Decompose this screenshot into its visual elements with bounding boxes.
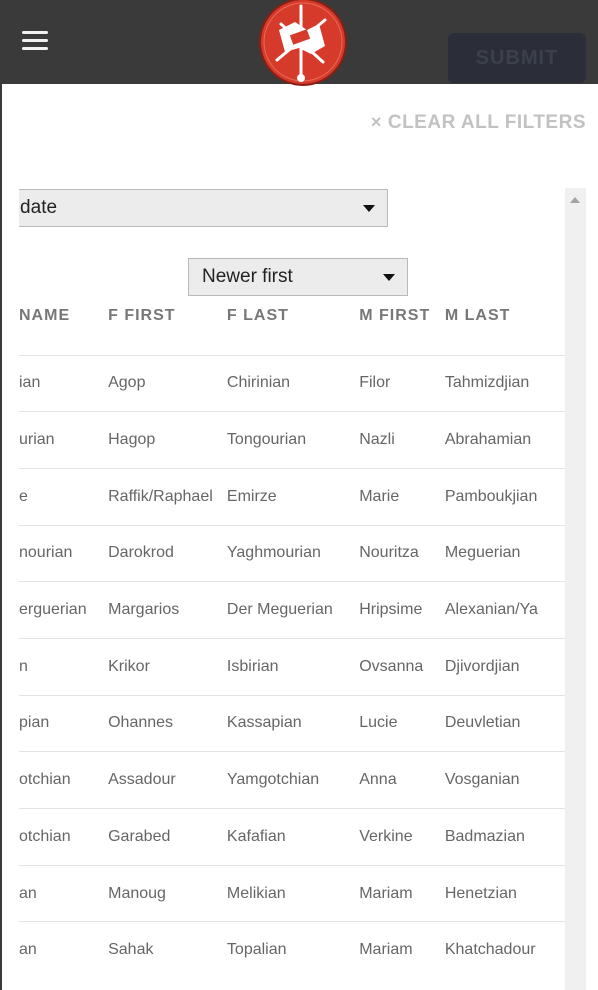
mother-last-cell: Meguerian: [444, 524, 565, 582]
mother-first-cell: Hripsime: [359, 581, 445, 639]
father-first-cell: Sahak: [108, 921, 227, 979]
table-row[interactable]: n Krikor Isbirian Ovsanna Djivordjian: [19, 637, 565, 696]
table-row[interactable]: an Manoug Melikian Mariam Henetzian: [19, 864, 565, 922]
column-header-name[interactable]: NAME: [19, 297, 108, 355]
mother-last-cell: Khatchadour: [444, 921, 565, 979]
mother-last-cell: Henetzian: [444, 864, 565, 922]
logo: [259, 0, 347, 86]
father-last-cell: Der Meguerian: [226, 581, 360, 639]
clear-all-filters-label: CLEAR ALL FILTERS: [387, 112, 586, 133]
name-cell: an: [19, 864, 109, 922]
close-icon: ×: [370, 112, 382, 132]
mother-first-cell: Mariam: [359, 921, 445, 979]
results-table: NAME F FIRST F LAST M FIRST M LAST ian Ag…: [19, 297, 565, 979]
father-last-cell: Emirze: [226, 467, 360, 526]
column-header-father-first[interactable]: F FIRST: [108, 297, 227, 355]
name-cell: an: [19, 921, 109, 979]
clear-all-filters-link[interactable]: × CLEAR ALL FILTERS: [371, 112, 586, 134]
name-cell: urian: [19, 411, 109, 469]
father-first-cell: Assadour: [108, 751, 227, 809]
top-navigation-bar: SUBMIT: [0, 0, 598, 86]
father-last-cell: Yamgotchian: [226, 751, 360, 809]
page-left-border: [0, 84, 2, 990]
mother-first-cell: Nazli: [359, 411, 445, 469]
name-cell: e: [19, 467, 109, 526]
column-header-mother-first[interactable]: M FIRST: [359, 297, 445, 355]
father-first-cell: Krikor: [108, 637, 227, 696]
scroll-up-arrow-icon[interactable]: [570, 197, 580, 203]
sort-field-select[interactable]: st date: [19, 189, 388, 227]
father-first-cell: Manoug: [108, 864, 227, 922]
table-row[interactable]: an Sahak Topalian Mariam Khatchadour: [19, 921, 565, 979]
mother-first-cell: Verkine: [359, 808, 445, 866]
father-last-cell: Tongourian: [226, 411, 360, 469]
father-last-cell: Isbirian: [226, 637, 360, 696]
mother-first-cell: Lucie: [359, 694, 445, 752]
mother-last-cell: Vosganian: [444, 751, 565, 809]
father-first-cell: Ohannes: [108, 694, 227, 752]
name-cell: nourian: [19, 524, 109, 582]
name-cell: n: [19, 637, 109, 696]
name-cell: otchian: [19, 751, 109, 809]
father-first-cell: Garabed: [108, 808, 227, 866]
father-last-cell: Topalian: [226, 921, 360, 979]
table-header-row: NAME F FIRST F LAST M FIRST M LAST: [19, 297, 565, 355]
mother-last-cell: Pamboukjian: [444, 467, 565, 526]
mother-last-cell: Alexanian/Ya: [444, 581, 565, 639]
mother-first-cell: Ovsanna: [359, 637, 445, 696]
name-cell: otchian: [19, 808, 109, 866]
father-first-cell: Hagop: [108, 411, 227, 469]
mother-first-cell: Filor: [359, 354, 445, 412]
mother-last-cell: Badmazian: [444, 808, 565, 866]
mother-last-cell: Abrahamian: [444, 411, 565, 469]
father-last-cell: Melikian: [226, 864, 360, 922]
chevron-down-icon: [363, 205, 375, 212]
table-row[interactable]: e Raffik/Raphael Emirze Marie Pamboukjian: [19, 467, 565, 526]
father-first-cell: Agop: [108, 354, 227, 412]
father-first-cell: Darokrod: [108, 524, 227, 582]
father-first-cell: Raffik/Raphael: [108, 467, 227, 526]
sort-order-select[interactable]: Newer first: [188, 258, 408, 296]
mother-first-cell: Anna: [359, 751, 445, 809]
father-last-cell: Kassapian: [226, 694, 360, 752]
sort-field-value: st date: [19, 197, 58, 218]
table-row[interactable]: pian Ohannes Kassapian Lucie Deuvletian: [19, 694, 565, 752]
father-last-cell: Chirinian: [226, 354, 360, 412]
table-row[interactable]: urian Hagop Tongourian Nazli Abrahamian: [19, 411, 565, 469]
father-last-cell: Yaghmourian: [226, 524, 360, 582]
submit-button[interactable]: SUBMIT: [448, 33, 586, 83]
table-row[interactable]: ian Agop Chirinian Filor Tahmizdjian: [19, 354, 565, 412]
name-cell: ian: [19, 354, 109, 412]
table-row[interactable]: erguerian Margarios Der Meguerian Hripsime A…: [19, 581, 565, 639]
table-row[interactable]: nourian Darokrod Yaghmourian Nouritza Meguer…: [19, 524, 565, 582]
name-cell: erguerian: [19, 581, 109, 639]
mother-last-cell: Deuvletian: [444, 694, 565, 752]
vertical-scrollbar[interactable]: [565, 188, 586, 990]
father-first-cell: Margarios: [108, 581, 227, 639]
father-last-cell: Kafafian: [226, 808, 360, 866]
results-panel: st date Newer first NAME F FIRST F LAST …: [19, 188, 565, 990]
mother-last-cell: Djivordjian: [444, 637, 565, 696]
column-header-father-last[interactable]: F LAST: [227, 297, 359, 355]
hamburger-menu-icon[interactable]: [22, 31, 48, 51]
sort-order-value: Newer first: [202, 266, 293, 287]
name-cell: pian: [19, 694, 109, 752]
mother-first-cell: Mariam: [359, 864, 445, 922]
table-row[interactable]: otchian Assadour Yamgotchian Anna Vosganian: [19, 751, 565, 809]
chevron-down-icon: [383, 274, 395, 281]
mother-first-cell: Marie: [359, 467, 445, 526]
mother-last-cell: Tahmizdjian: [444, 354, 565, 412]
column-header-mother-last[interactable]: M LAST: [445, 297, 565, 355]
mother-first-cell: Nouritza: [359, 524, 445, 582]
table-row[interactable]: otchian Garabed Kafafian Verkine Badmazian: [19, 808, 565, 866]
